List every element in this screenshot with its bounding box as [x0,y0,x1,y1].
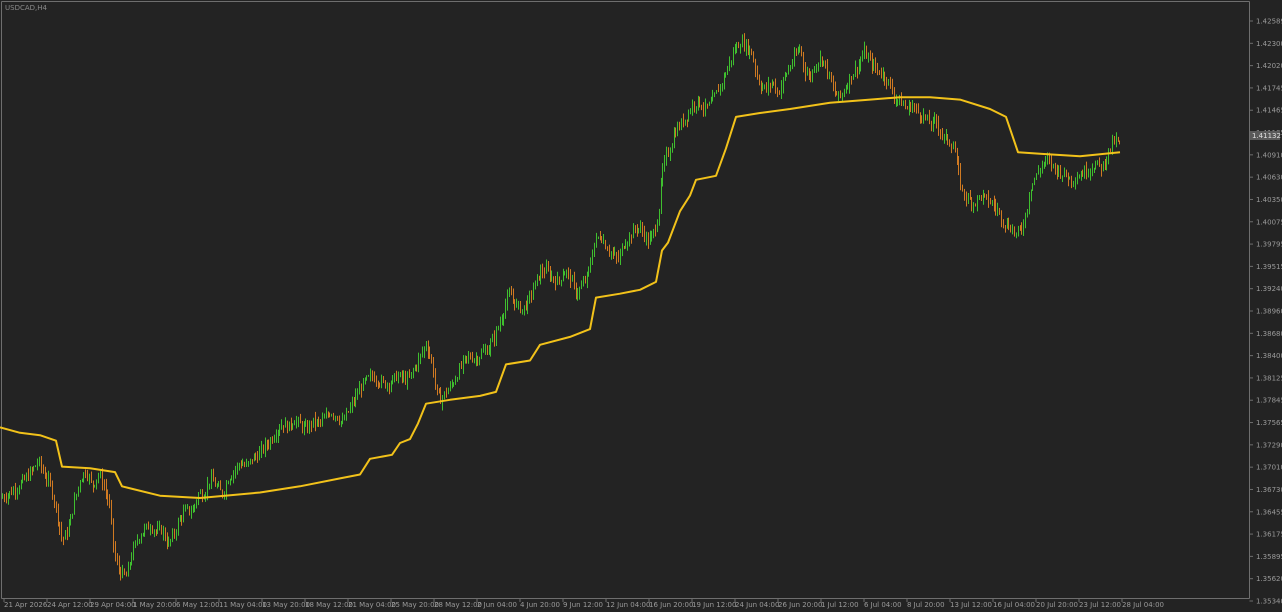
time-tick-label: 2 Jun 04:00 [477,601,517,609]
time-tick-label: 4 Jun 20:00 [520,601,560,609]
price-tick-label: 1.36455 [1256,508,1282,516]
price-tick-label: 1.39240 [1256,285,1282,293]
time-tick-label: 24 Jun 04:00 [735,601,779,609]
price-tick-label: 1.39795 [1256,241,1282,249]
symbol-label: USDCAD,H4 [5,4,48,12]
time-tick-label: 29 Apr 04:00 [90,601,136,609]
time-tick-label: 12 Jun 04:00 [606,601,650,609]
time-tick-label: 6 May 12:00 [176,601,220,609]
time-tick-label: 24 Apr 12:00 [47,601,93,609]
price-tick-label: 1.39515 [1256,263,1282,271]
price-tick-label: 1.40630 [1256,174,1282,182]
price-tick-label: 1.41745 [1256,84,1282,92]
time-tick-label: 28 May 12:00 [434,601,482,609]
time-tick-label: 26 Jun 20:00 [778,601,822,609]
price-tick-label: 1.35895 [1256,553,1282,561]
price-tick-label: 1.41465 [1256,107,1282,115]
time-tick-label: 16 Jul 04:00 [993,601,1035,609]
time-tick-label: 6 Jul 04:00 [864,601,902,609]
time-tick-label: 20 Jul 20:00 [1036,601,1078,609]
price-tick-label: 1.42300 [1256,40,1282,48]
current-price-label: 1.41132 [1252,132,1281,140]
time-tick-label: 25 May 20:00 [391,601,439,609]
time-tick-label: 11 May 04:00 [219,601,267,609]
time-tick-label: 8 Jul 20:00 [907,601,945,609]
price-tick-label: 1.37845 [1256,397,1282,405]
price-tick-label: 1.40075 [1256,218,1282,226]
time-tick-label: 28 Jul 04:00 [1122,601,1164,609]
price-tick-label: 1.38680 [1256,330,1282,338]
price-tick-label: 1.36175 [1256,531,1282,539]
price-tick-label: 1.37565 [1256,419,1282,427]
time-tick-label: 16 Jun 20:00 [649,601,693,609]
time-tick-label: 1 May 20:00 [133,601,177,609]
price-tick-label: 1.42589 [1256,18,1282,26]
price-chart[interactable]: USDCAD,H4 1.42589 1.42300 1.42020 1.41745 1.… [0,0,1282,612]
time-axis-labels: 21 Apr 2026 24 Apr 12:0029 Apr 04:001 May… [3,598,1164,609]
chart-background [0,0,1282,612]
time-tick-label: 21 Apr 2026 [4,601,48,609]
price-tick-label: 1.40910 [1256,151,1282,159]
current-price-tag: 1.41132 [1250,131,1281,140]
price-tick-label: 1.40350 [1256,196,1282,204]
price-tick-label: 1.37010 [1256,464,1282,472]
time-tick-label: 21 May 04:00 [348,601,396,609]
time-tick-label: 13 Jul 12:00 [950,601,992,609]
time-tick-label: 1 Jul 12:00 [821,601,859,609]
time-tick-label: 23 Jul 12:00 [1079,601,1121,609]
time-tick-label: 19 Jun 12:00 [692,601,736,609]
price-tick-label: 1.35620 [1256,575,1282,583]
price-tick-label: 1.38400 [1256,352,1282,360]
time-tick-label: 18 May 12:00 [305,601,353,609]
price-tick-label: 1.42020 [1256,62,1282,70]
price-tick-label: 1.35340 [1256,598,1282,606]
price-tick-label: 1.36730 [1256,486,1282,494]
price-tick-label: 1.38960 [1256,308,1282,316]
time-tick-label: 9 Jun 12:00 [563,601,603,609]
price-tick-label: 1.37290 [1256,441,1282,449]
time-tick-label: 13 May 20:00 [262,601,310,609]
price-tick-label: 1.38125 [1256,374,1282,382]
